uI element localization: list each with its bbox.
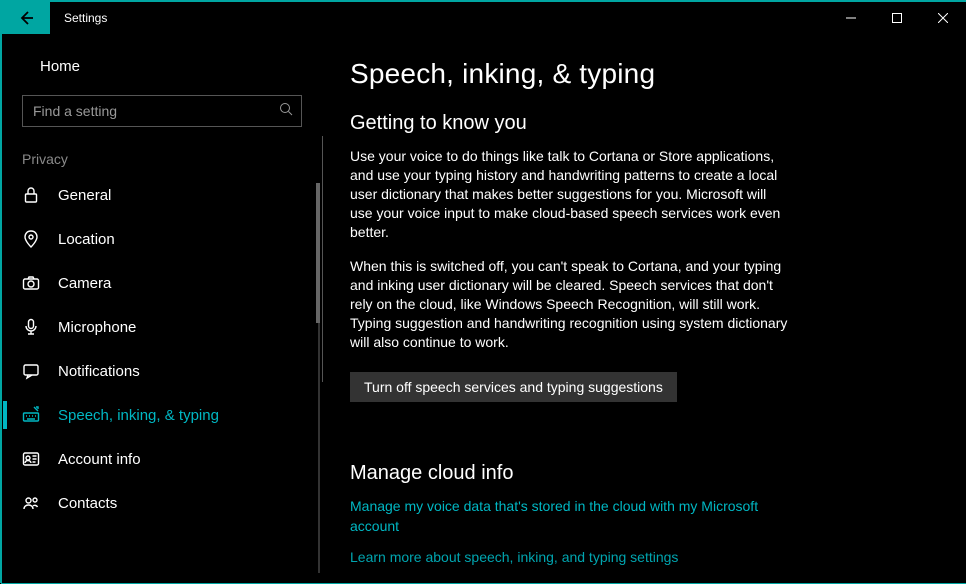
sidebar: Home Privacy General Location	[2, 34, 322, 583]
sidebar-item-label: Account info	[58, 451, 141, 468]
scroll-thumb[interactable]	[316, 183, 320, 323]
sidebar-item-account-info[interactable]: Account info	[2, 437, 322, 481]
sidebar-item-notifications[interactable]: Notifications	[2, 349, 322, 393]
sidebar-item-label: Camera	[58, 275, 111, 292]
sidebar-item-general[interactable]: General	[2, 173, 322, 217]
maximize-icon	[892, 13, 902, 23]
manage-voice-data-link[interactable]: Manage my voice data that's stored in th…	[350, 497, 790, 536]
minimize-icon	[846, 13, 856, 23]
maximize-button[interactable]	[874, 2, 920, 34]
sidebar-item-label: Notifications	[58, 363, 140, 380]
camera-icon	[22, 274, 40, 292]
sidebar-item-label: Contacts	[58, 495, 117, 512]
search-box[interactable]	[22, 95, 302, 127]
description-paragraph-1: Use your voice to do things like talk to…	[350, 147, 790, 241]
learn-more-link[interactable]: Learn more about speech, inking, and typ…	[350, 548, 790, 568]
sidebar-item-label: Microphone	[58, 319, 136, 336]
content-scroll-indicator	[322, 136, 323, 382]
sidebar-item-speech-inking-typing[interactable]: Speech, inking, & typing	[2, 393, 322, 437]
lock-icon	[22, 186, 40, 204]
back-button[interactable]	[2, 2, 50, 34]
sidebar-scrollbar[interactable]	[318, 183, 320, 573]
description-paragraph-2: When this is switched off, you can't spe…	[350, 257, 790, 351]
arrow-left-icon	[18, 10, 34, 26]
speech-typing-icon	[22, 406, 40, 424]
search-input[interactable]	[33, 103, 279, 119]
account-info-icon	[22, 450, 40, 468]
home-nav[interactable]: Home	[2, 48, 322, 85]
sidebar-item-camera[interactable]: Camera	[2, 261, 322, 305]
turn-off-speech-button[interactable]: Turn off speech services and typing sugg…	[350, 372, 677, 402]
sidebar-item-label: Location	[58, 231, 115, 248]
search-icon	[279, 102, 293, 121]
contacts-icon	[22, 494, 40, 512]
sidebar-item-location[interactable]: Location	[2, 217, 322, 261]
sidebar-nav: General Location Camera Microphone	[2, 173, 322, 583]
home-label: Home	[40, 58, 80, 75]
content-pane: Speech, inking, & typing Getting to know…	[322, 34, 966, 583]
microphone-icon	[22, 318, 40, 336]
sidebar-item-label: Speech, inking, & typing	[58, 407, 219, 424]
location-icon	[22, 230, 40, 248]
window-title: Settings	[50, 2, 107, 34]
sidebar-item-contacts[interactable]: Contacts	[2, 481, 322, 525]
notifications-icon	[22, 362, 40, 380]
section-heading-getting-to-know-you: Getting to know you	[350, 112, 926, 135]
page-title: Speech, inking, & typing	[350, 58, 926, 90]
section-label-privacy: Privacy	[2, 145, 322, 173]
minimize-button[interactable]	[828, 2, 874, 34]
sidebar-item-microphone[interactable]: Microphone	[2, 305, 322, 349]
section-heading-manage-cloud-info: Manage cloud info	[350, 462, 926, 485]
close-icon	[938, 13, 948, 23]
sidebar-item-label: General	[58, 187, 111, 204]
close-button[interactable]	[920, 2, 966, 34]
